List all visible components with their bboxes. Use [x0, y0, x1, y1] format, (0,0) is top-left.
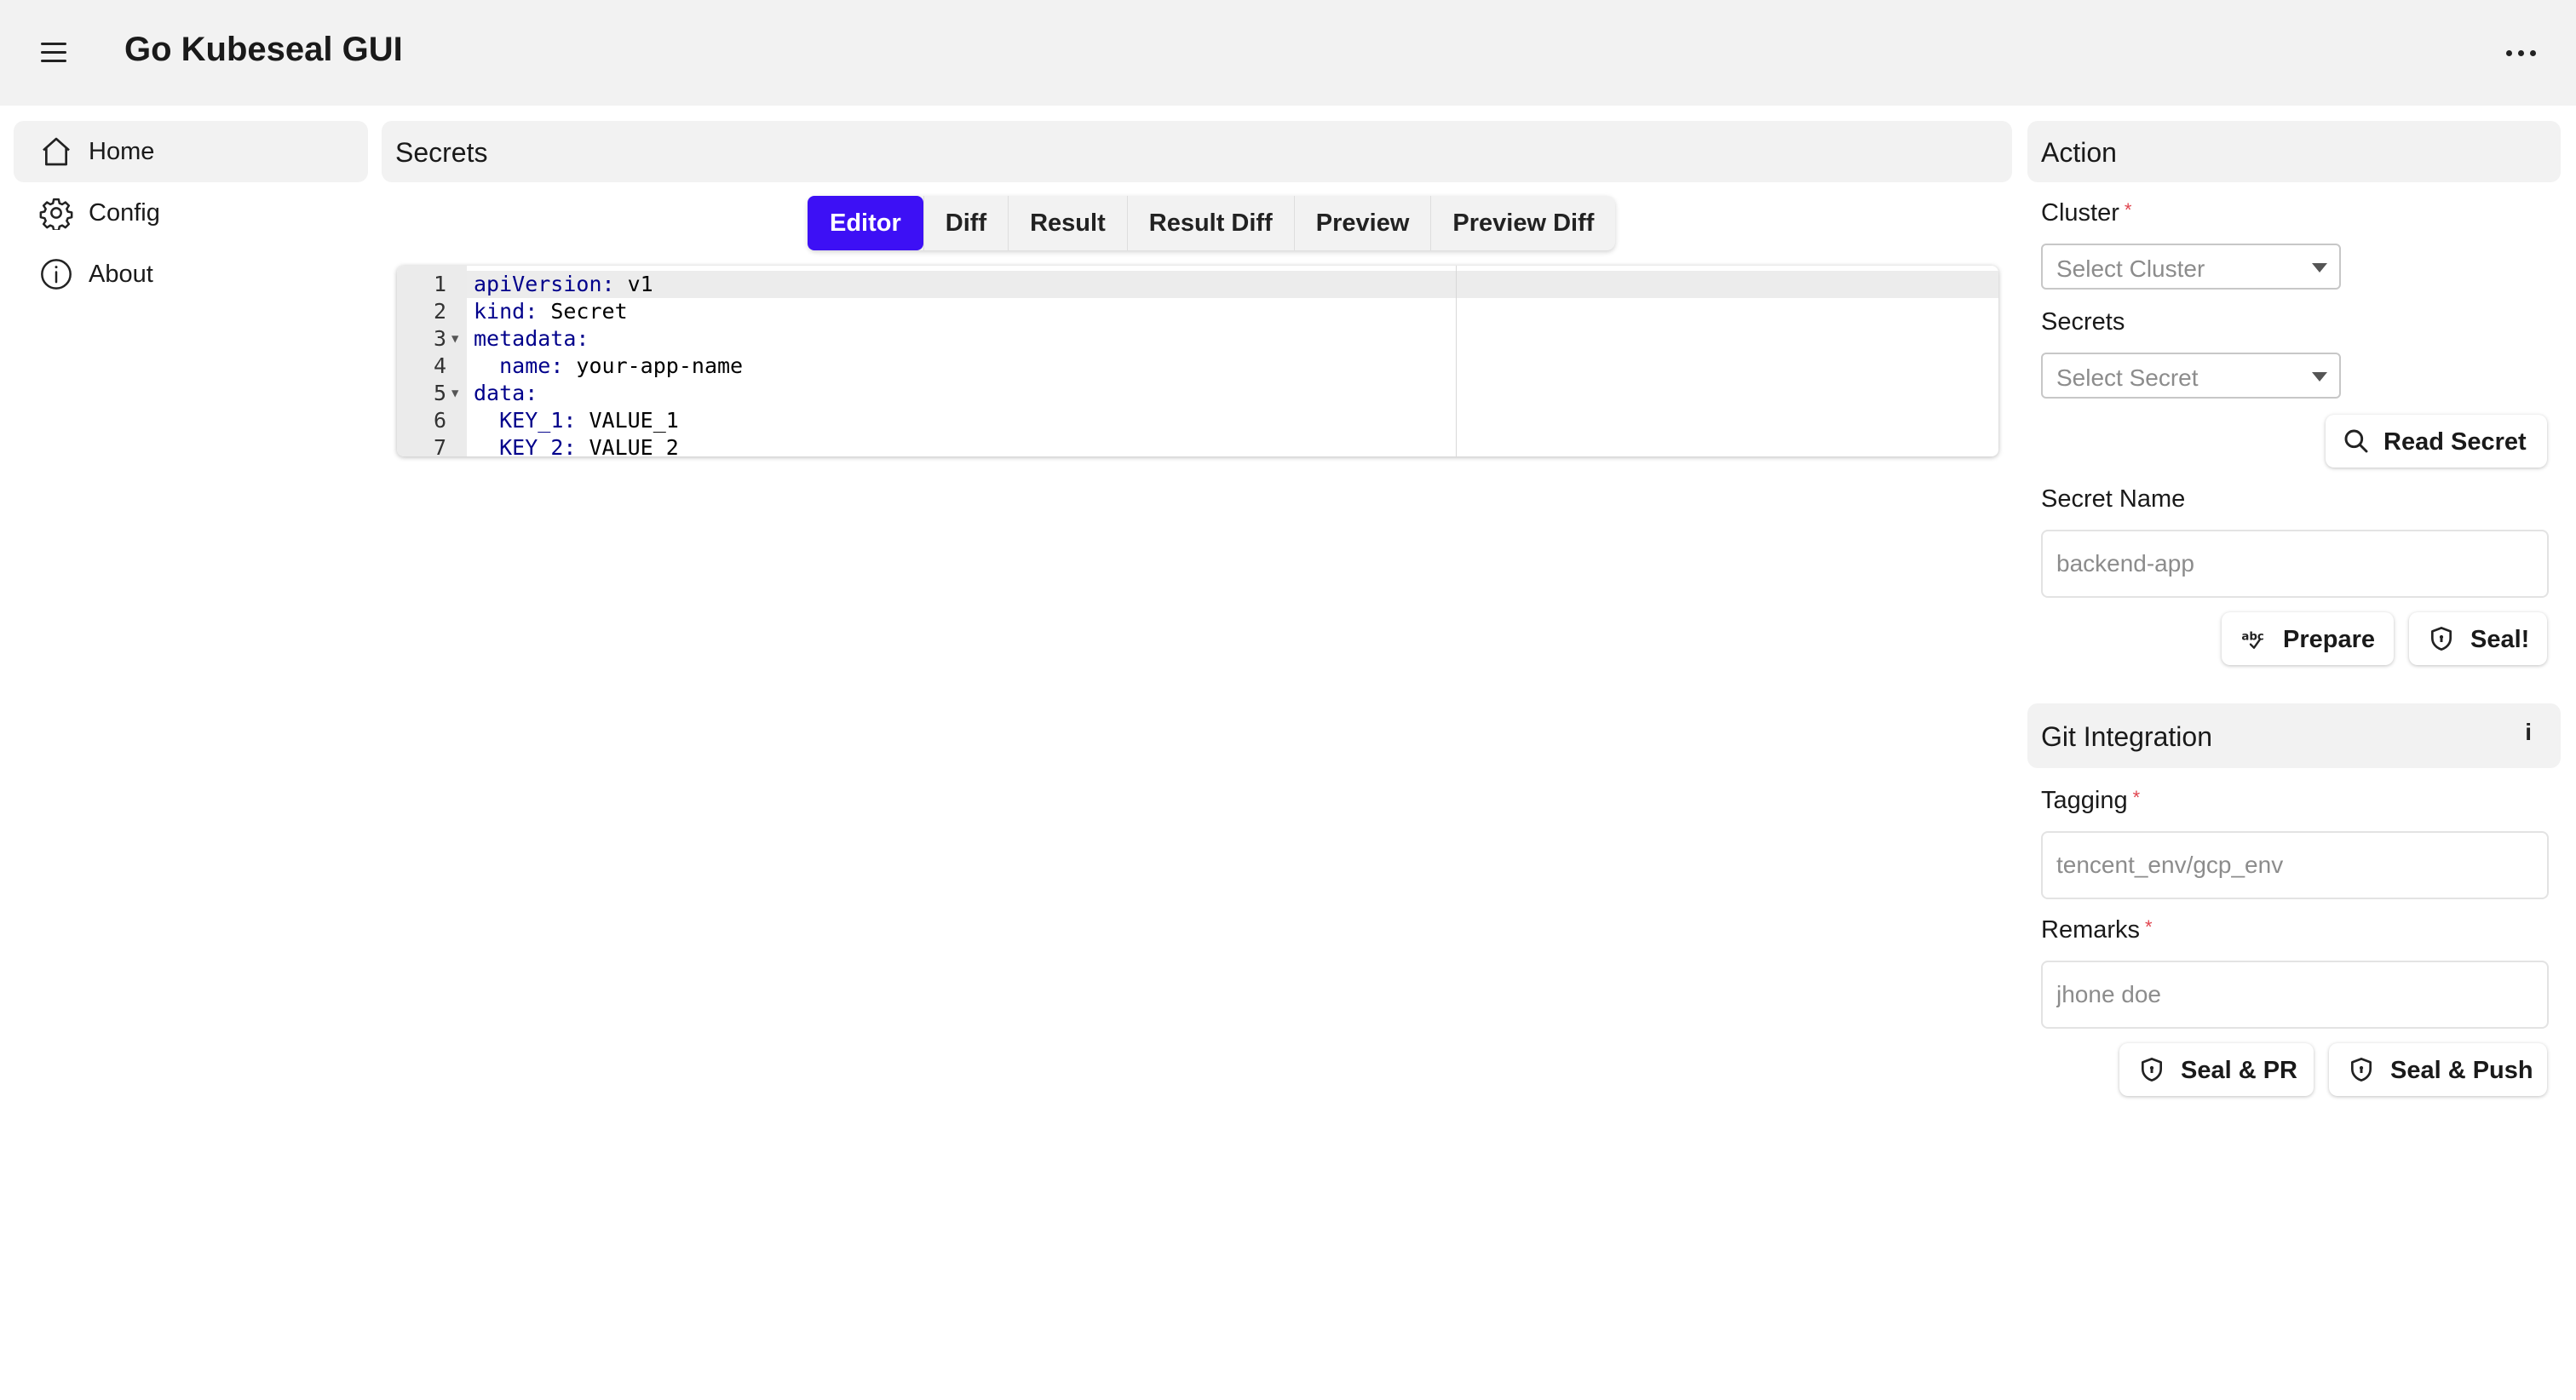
shield-icon [2142, 1058, 2162, 1082]
dropdown-arrow-icon [2312, 372, 2327, 382]
sidebar-item-home[interactable]: Home [14, 121, 368, 182]
app-header: Go Kubeseal GUI [0, 0, 2576, 106]
fold-toggle-icon[interactable]: ▼ [451, 325, 458, 353]
sidebar-item-about[interactable]: About [14, 244, 368, 305]
tab-preview[interactable]: Preview [1293, 196, 1431, 250]
code-line: 5 ▼ data: [397, 380, 1998, 407]
secrets-panel-header: Secrets [382, 121, 2012, 182]
secret-name-label: Secret Name [2041, 485, 2186, 513]
cluster-select[interactable]: Select Cluster [2041, 244, 2341, 290]
git-integration-title: Git Integration [2041, 721, 2212, 752]
tab-diff[interactable]: Diff [923, 196, 1008, 250]
info-icon [41, 259, 72, 290]
svg-text:abc: abc [2241, 630, 2264, 643]
shield-icon [2351, 1058, 2372, 1082]
remarks-label: Remarks * [2041, 916, 2153, 944]
yaml-code-editor[interactable]: 1 apiVersion: v1 2 kind: Secret 3 ▼ meta… [397, 266, 1998, 456]
code-text: data: [474, 381, 538, 405]
line-number: 5 [433, 381, 446, 405]
dropdown-arrow-icon [2312, 263, 2327, 273]
code-line: 1 apiVersion: v1 [397, 271, 1998, 298]
action-panel-header: Action [2027, 121, 2561, 182]
sidebar-item-config[interactable]: Config [14, 182, 368, 244]
secrets-panel-title: Secrets [395, 137, 488, 168]
code-line: 4 name: your-app-name [397, 353, 1998, 380]
read-secret-button[interactable]: Read Secret [2326, 415, 2547, 468]
spellcheck-icon: abc [2241, 630, 2264, 649]
required-mark: * [2145, 916, 2153, 938]
line-number: 6 [433, 408, 446, 433]
search-icon [2344, 429, 2368, 453]
line-number: 7 [433, 435, 446, 456]
line-number: 1 [433, 272, 446, 296]
sidebar-item-label: Config [89, 199, 160, 227]
code-text: KEY_2: VALUE_2 [499, 435, 679, 456]
secret-name-input[interactable] [2041, 530, 2549, 598]
line-number: 2 [433, 299, 446, 324]
hamburger-menu-icon[interactable] [41, 41, 68, 65]
code-text: KEY_1: VALUE_1 [499, 408, 679, 433]
code-line: 6 KEY_1: VALUE_1 [397, 407, 1998, 434]
tagging-label: Tagging * [2041, 787, 2141, 814]
seal-button[interactable]: Seal! [2409, 612, 2547, 665]
code-line: 3 ▼ metadata: [397, 325, 1998, 353]
code-line: 7 KEY_2: VALUE_2 [397, 434, 1998, 456]
seal-and-pr-button[interactable]: Seal & PR [2119, 1043, 2314, 1096]
secret-select[interactable]: Select Secret [2041, 353, 2341, 399]
git-info-button[interactable]: i [2525, 719, 2532, 746]
prepare-button[interactable]: abc Prepare [2222, 612, 2394, 665]
home-icon [43, 137, 70, 166]
required-mark: * [2132, 787, 2141, 808]
secrets-label: Secrets [2041, 308, 2125, 336]
code-text: metadata: [474, 326, 589, 351]
gear-icon [39, 198, 73, 230]
fold-toggle-icon[interactable]: ▼ [451, 380, 458, 407]
view-tabs: Editor Diff Result Result Diff Preview P… [808, 196, 1616, 250]
line-number: 3 [433, 326, 446, 351]
tab-result-diff[interactable]: Result Diff [1126, 196, 1294, 250]
secret-select-placeholder: Select Secret [2056, 364, 2199, 391]
seal-and-push-button[interactable]: Seal & Push [2329, 1043, 2547, 1096]
git-integration-header: Git Integration i [2027, 703, 2561, 768]
sidebar-item-label: About [89, 261, 153, 288]
action-panel-title: Action [2041, 137, 2117, 168]
code-text: name: your-app-name [499, 353, 744, 378]
sidebar-item-label: Home [89, 138, 155, 165]
shield-icon [2431, 627, 2452, 651]
remarks-input[interactable] [2041, 961, 2549, 1029]
line-number: 4 [433, 353, 446, 378]
code-text: kind: Secret [474, 299, 628, 324]
tagging-input[interactable] [2041, 831, 2549, 899]
cluster-select-placeholder: Select Cluster [2056, 255, 2205, 282]
more-options-icon[interactable] [2504, 37, 2539, 68]
tab-result[interactable]: Result [1008, 196, 1127, 250]
required-mark: * [2124, 199, 2132, 221]
code-line: 2 kind: Secret [397, 298, 1998, 325]
code-text: apiVersion: v1 [474, 272, 653, 296]
tab-editor[interactable]: Editor [808, 196, 923, 250]
app-title: Go Kubeseal GUI [124, 31, 403, 68]
cluster-label: Cluster * [2041, 199, 2132, 227]
tab-preview-diff[interactable]: Preview Diff [1430, 196, 1615, 250]
